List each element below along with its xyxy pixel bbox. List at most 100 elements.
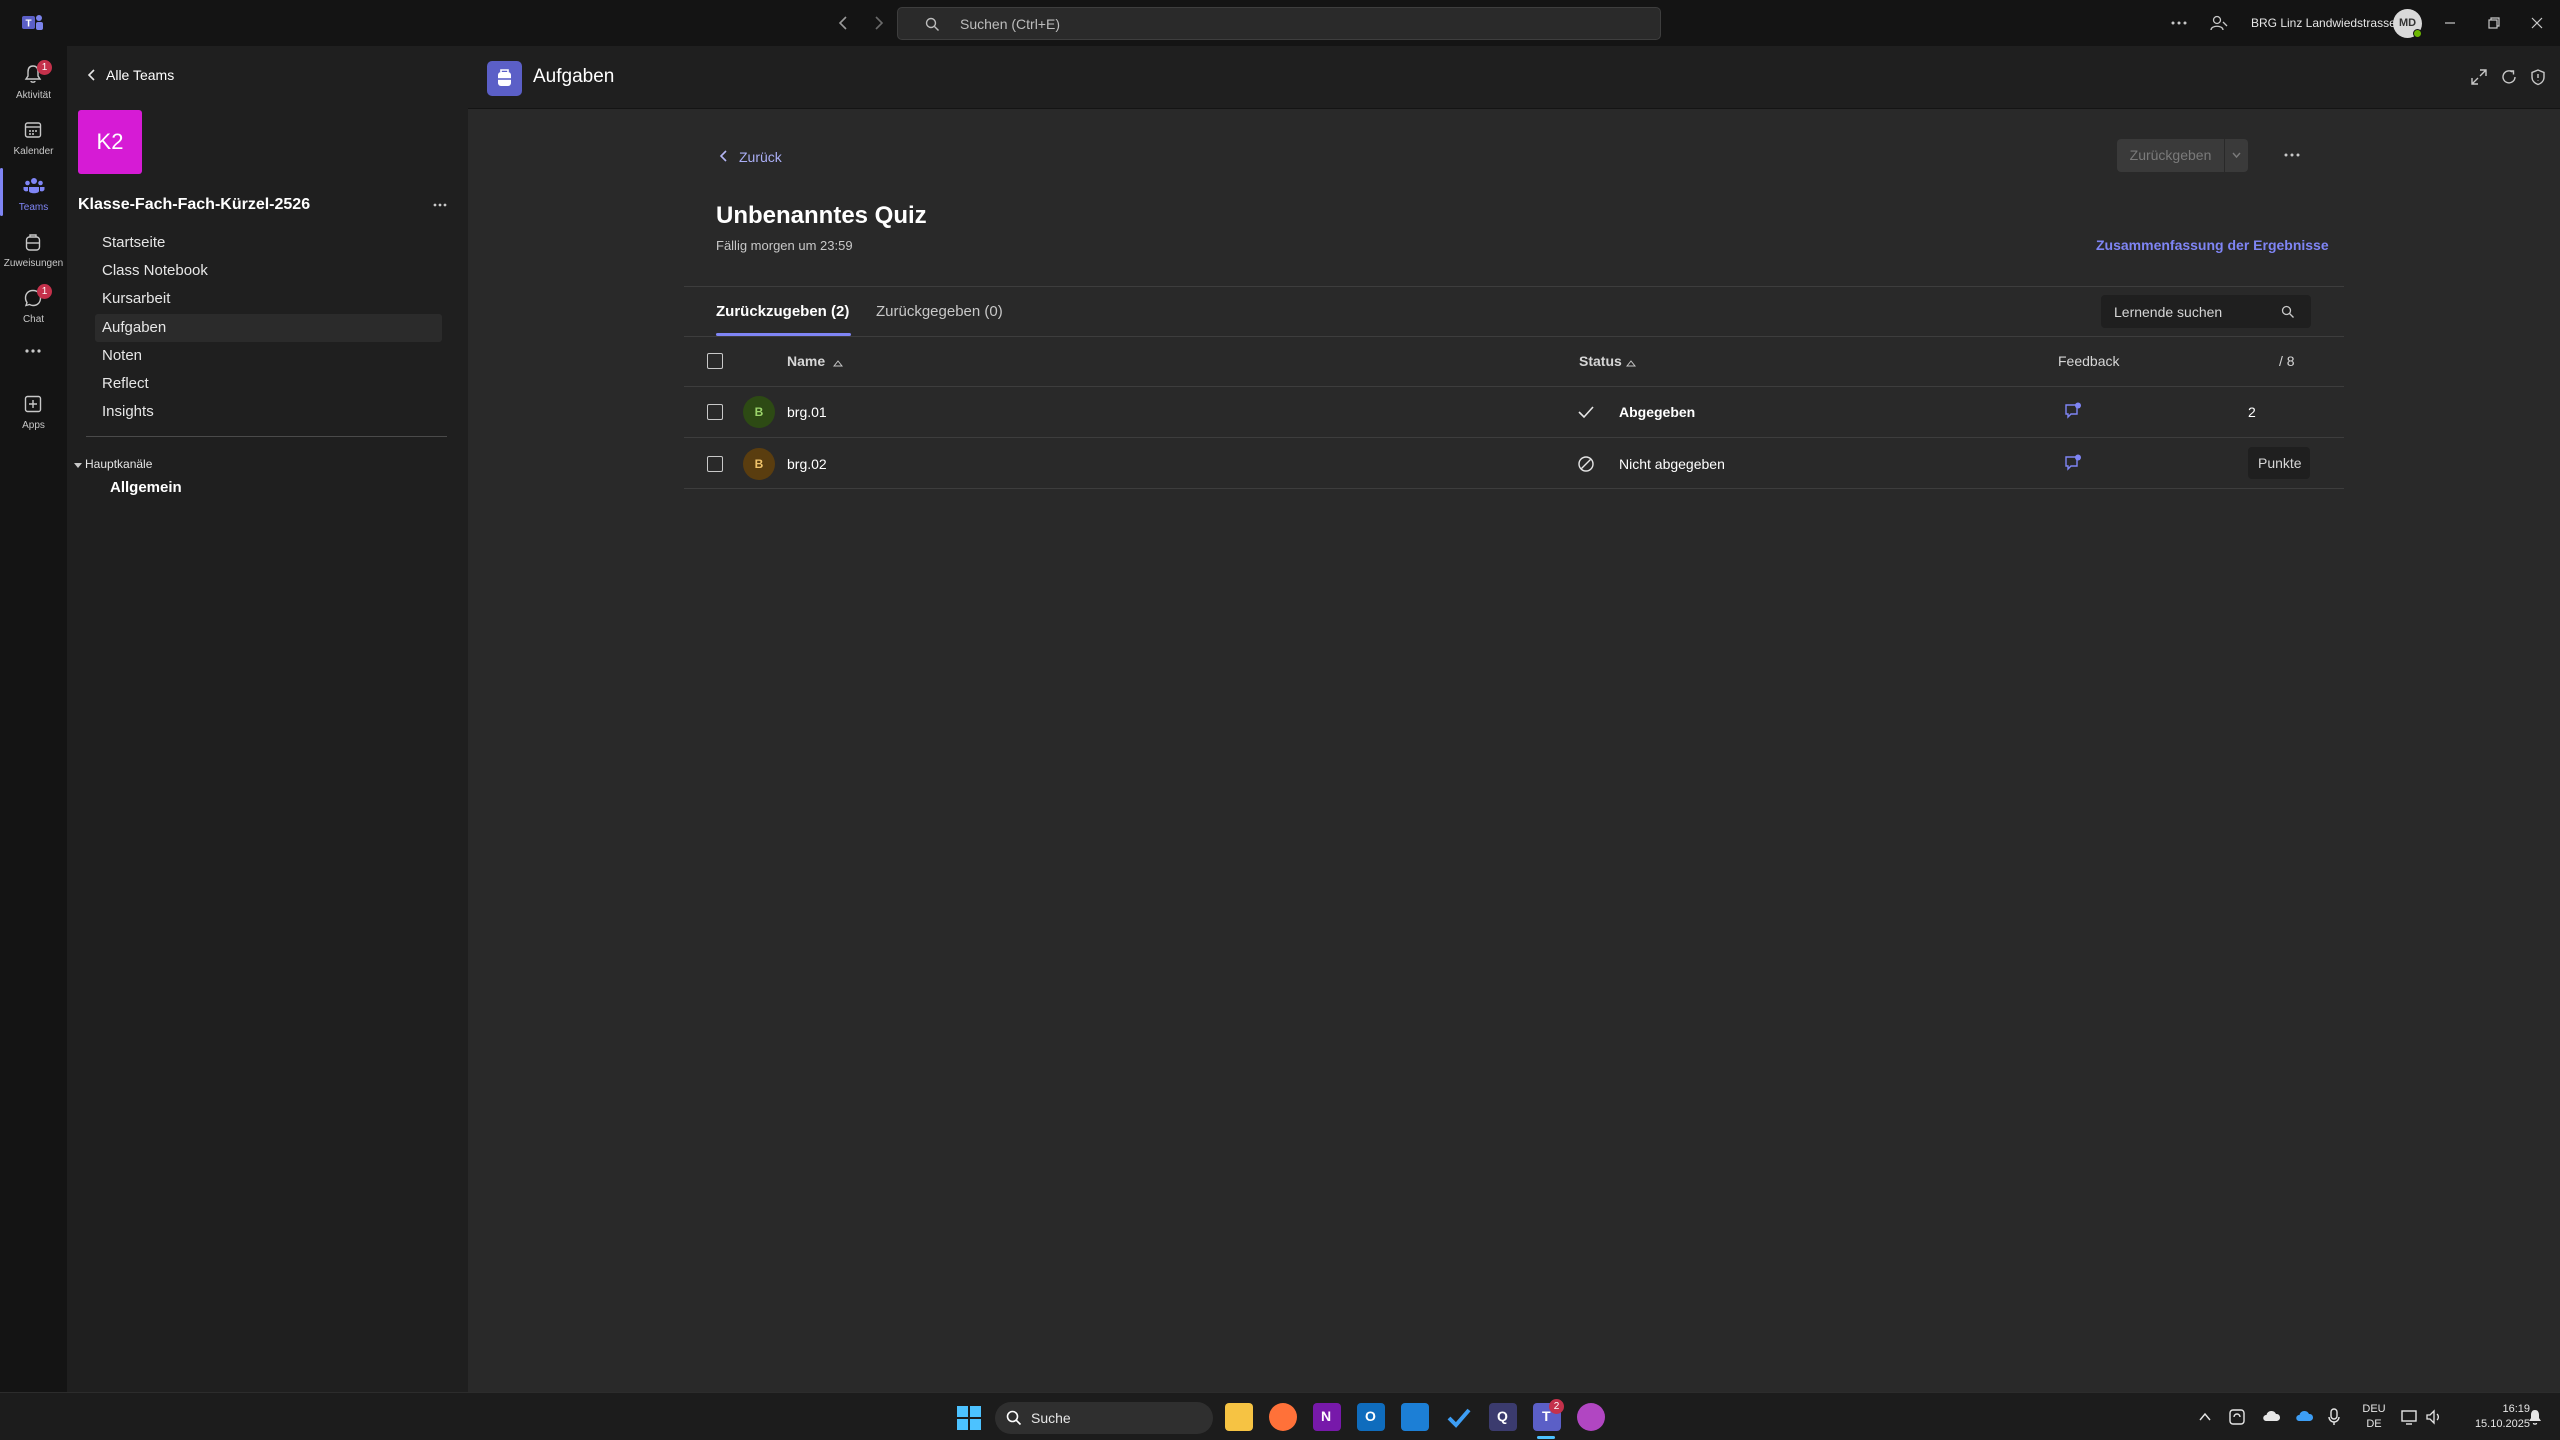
search-icon — [925, 17, 940, 32]
sort-ascending-icon — [833, 360, 843, 367]
points-value[interactable]: 2 — [2248, 404, 2256, 420]
teams-logo-icon: T — [22, 13, 44, 33]
account-switch-icon[interactable] — [2210, 14, 2228, 32]
table-row[interactable]: B brg.01 Abgegeben 2 — [684, 387, 2344, 437]
student-name[interactable]: brg.02 — [787, 456, 827, 472]
keyboard-layout[interactable]: DE — [2359, 1418, 2389, 1430]
return-dropdown-button[interactable] — [2225, 139, 2248, 172]
divider — [684, 488, 2344, 489]
avatar-initial: B — [754, 457, 764, 471]
backpack-icon — [25, 234, 41, 251]
tab-returned[interactable]: Zurückgegeben (0) — [876, 303, 1003, 320]
firefox-icon[interactable] — [1269, 1403, 1297, 1431]
not-submitted-icon — [1578, 456, 1594, 472]
assignment-title: Unbenanntes Quiz — [716, 202, 927, 229]
more-options-icon[interactable] — [2170, 15, 2188, 31]
rail-item-calendar[interactable]: Kalender — [0, 108, 67, 164]
divider — [86, 436, 447, 437]
student-search-input[interactable]: Lernende suchen — [2101, 295, 2311, 328]
rail-item-assignments[interactable]: Zuweisungen — [0, 220, 67, 276]
divider — [684, 286, 2344, 287]
forward-arrow-icon[interactable] — [870, 14, 886, 32]
rail-item-chat[interactable]: 1 Chat — [0, 276, 67, 332]
nav-item-insights[interactable]: Insights — [102, 399, 442, 425]
microphone-icon[interactable] — [2327, 1407, 2341, 1427]
activity-badge: 1 — [37, 60, 52, 75]
minimize-icon[interactable] — [2443, 16, 2457, 30]
search-placeholder: Suchen (Ctrl+E) — [960, 16, 1060, 32]
return-button[interactable]: Zurückgeben — [2117, 139, 2224, 172]
show-hidden-icons[interactable] — [2198, 1411, 2212, 1423]
rail-item-apps[interactable]: Apps — [0, 382, 67, 438]
nav-item-reflect[interactable]: Reflect — [102, 371, 442, 397]
calendar-icon — [24, 122, 42, 138]
rail-label: Zuweisungen — [3, 258, 64, 269]
network-icon[interactable] — [2400, 1408, 2418, 1426]
channels-header: Hauptkanäle — [85, 457, 153, 471]
back-arrow-icon[interactable] — [836, 14, 852, 32]
status-text: Nicht abgegeben — [1619, 456, 1725, 472]
tab-to-return[interactable]: Zurückzugeben (2) — [716, 303, 849, 320]
refresh-icon[interactable] — [2500, 68, 2518, 86]
team-more-options-icon[interactable] — [432, 200, 448, 210]
row-checkbox[interactable] — [707, 456, 723, 472]
onedrive-icon[interactable] — [2294, 1409, 2314, 1423]
clock-time[interactable]: 16:19 — [2450, 1403, 2530, 1415]
global-search-input[interactable]: Suchen (Ctrl+E) — [897, 7, 1661, 40]
expand-icon[interactable] — [2470, 68, 2488, 86]
feedback-icon[interactable] — [2064, 402, 2082, 420]
team-name: Klasse-Fach-Fach-Kürzel-2526 — [78, 196, 311, 213]
taskbar-search[interactable]: Suche — [995, 1402, 1213, 1434]
status-header-label: Status — [1579, 353, 1622, 369]
volume-icon[interactable] — [2425, 1408, 2443, 1426]
file-explorer-icon[interactable] — [1225, 1403, 1253, 1431]
feedback-icon[interactable] — [2064, 454, 2082, 472]
quiz-app-icon[interactable]: Q — [1489, 1403, 1517, 1431]
restore-icon[interactable] — [2487, 16, 2501, 30]
points-input[interactable]: Punkte — [2248, 447, 2310, 479]
search-icon — [2281, 305, 2294, 318]
rail-more-apps[interactable] — [0, 336, 67, 366]
calendar-app-icon[interactable] — [1401, 1403, 1429, 1431]
results-summary-link[interactable]: Zusammenfassung der Ergebnisse — [2096, 237, 2329, 253]
chevron-left-icon — [87, 69, 95, 81]
teams-taskbar-badge: 2 — [1549, 1399, 1564, 1414]
table-row[interactable]: B brg.02 Nicht abgegeben Punkte — [684, 438, 2344, 488]
rail-label: Chat — [22, 314, 45, 325]
rail-item-activity[interactable]: 1 Aktivität — [0, 52, 67, 108]
org-name[interactable]: BRG Linz Landwiedstrasse — [2251, 16, 2396, 30]
student-name[interactable]: brg.01 — [787, 404, 827, 420]
team-avatar: K2 — [78, 110, 142, 174]
select-all-checkbox[interactable] — [707, 353, 723, 369]
todo-icon[interactable] — [1445, 1403, 1473, 1431]
channel-allgemein[interactable]: Allgemein — [110, 479, 182, 496]
close-icon[interactable] — [2530, 16, 2544, 30]
assignment-more-options-icon[interactable] — [2283, 150, 2301, 160]
apps-icon — [24, 395, 42, 413]
nav-item-noten[interactable]: Noten — [102, 343, 442, 369]
shield-icon[interactable] — [2529, 68, 2547, 86]
loop-icon[interactable] — [1577, 1403, 1605, 1431]
rail-item-teams[interactable]: Teams — [0, 164, 67, 220]
user-initials: MD — [2398, 17, 2417, 29]
clock-date[interactable]: 15.10.2025 — [2450, 1418, 2530, 1430]
nav-item-kursarbeit[interactable]: Kursarbeit — [102, 286, 442, 312]
rail-label: Apps — [22, 420, 45, 431]
svg-text:T: T — [26, 19, 32, 30]
sync-icon[interactable] — [2228, 1408, 2246, 1426]
notifications-icon[interactable] — [2526, 1408, 2544, 1426]
column-header-feedback: Feedback — [2058, 353, 2120, 369]
cloud-icon[interactable] — [2261, 1409, 2281, 1423]
nav-item-aufgaben[interactable]: Aufgaben — [102, 315, 442, 341]
outlook-icon[interactable]: O — [1357, 1403, 1385, 1431]
nav-item-startseite[interactable]: Startseite — [102, 230, 442, 256]
language-code[interactable]: DEU — [2359, 1403, 2389, 1415]
windows-start-icon[interactable] — [957, 1406, 981, 1430]
row-checkbox[interactable] — [707, 404, 723, 420]
rail-label: Kalender — [13, 146, 54, 157]
onenote-icon[interactable]: N — [1313, 1403, 1341, 1431]
back-label: Zurück — [739, 149, 782, 165]
team-pane: Alle Teams K2 Klasse-Fach-Fach-Kürzel-25… — [67, 46, 468, 1392]
nav-item-class-notebook[interactable]: Class Notebook — [102, 258, 442, 284]
status-text: Abgegeben — [1619, 404, 1696, 420]
